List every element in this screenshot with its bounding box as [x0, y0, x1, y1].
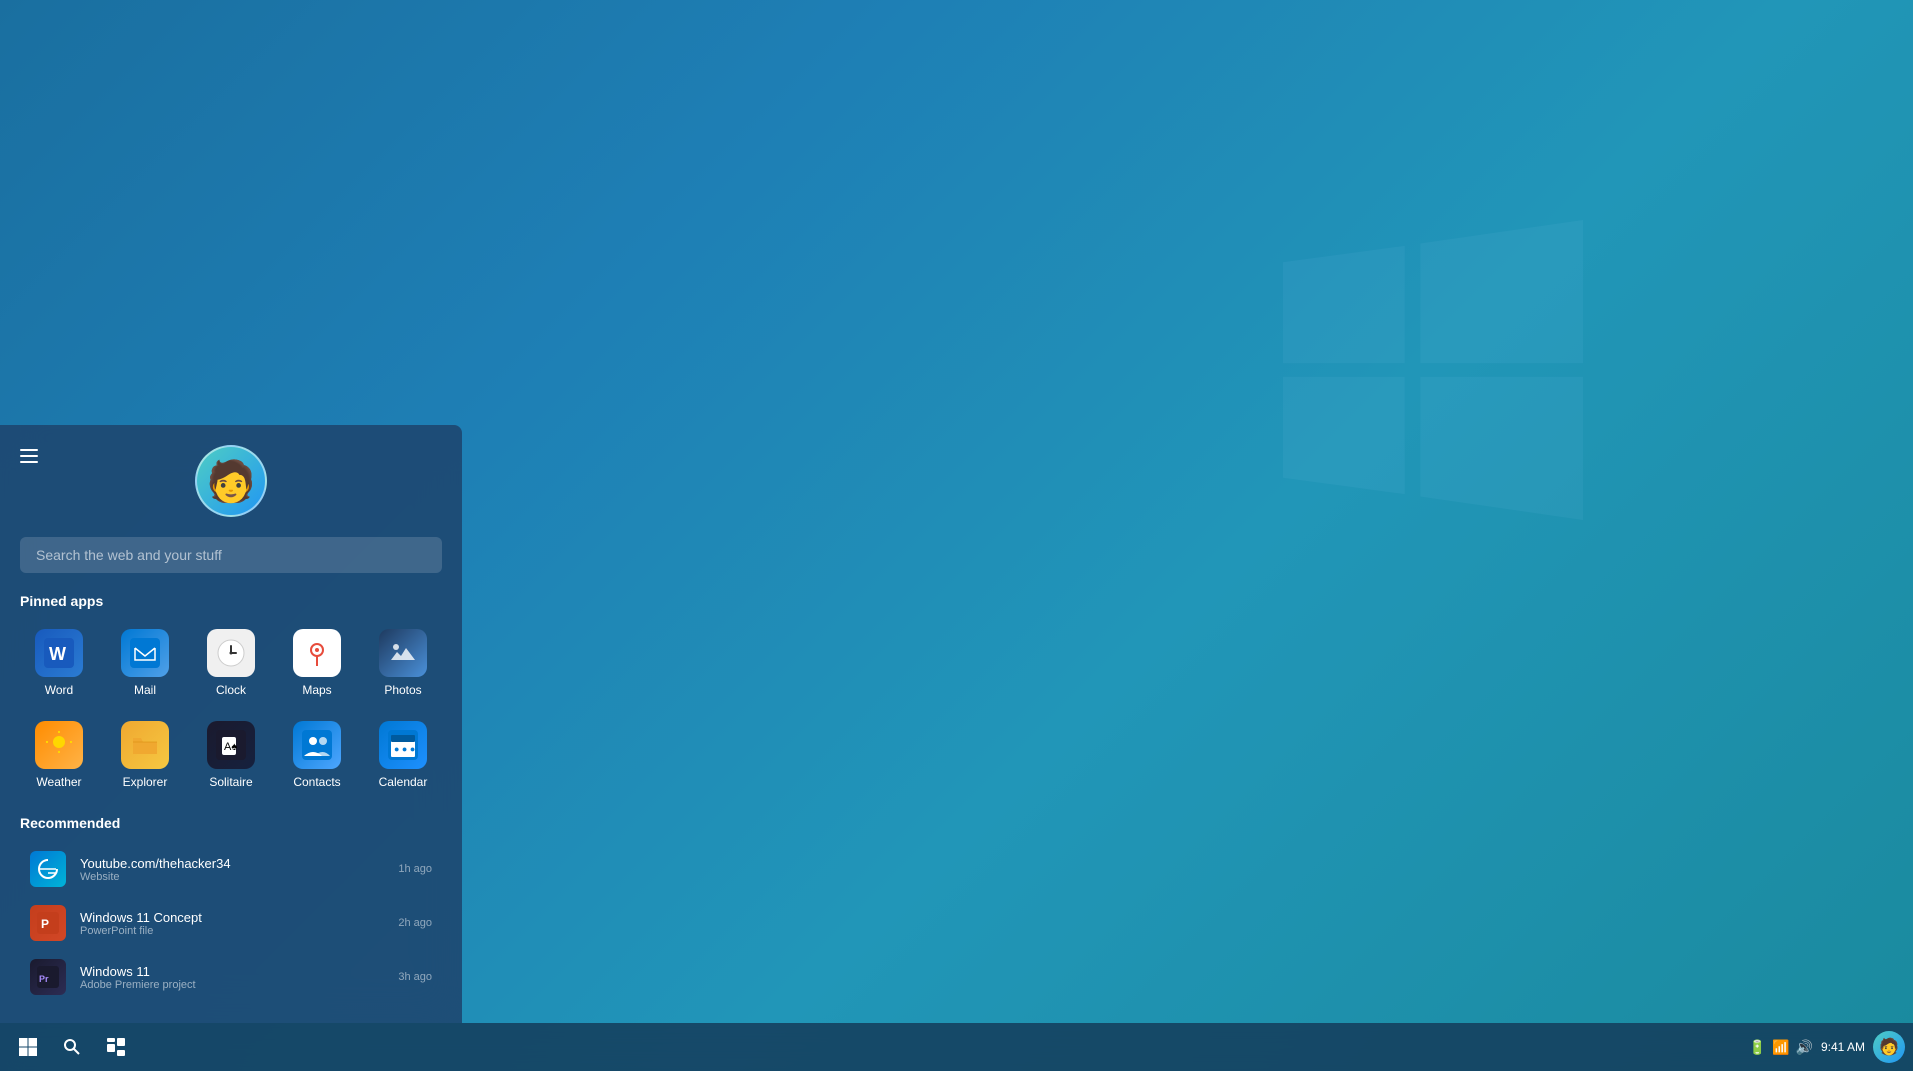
user-avatar[interactable]: 🧑 — [195, 445, 267, 517]
start-menu: 🧑 Pinned apps W Word — [0, 425, 462, 1023]
rec-item-win11[interactable]: Pr Windows 11 Adobe Premiere project 3h … — [20, 951, 442, 1003]
search-button[interactable] — [52, 1027, 92, 1067]
clock-label: Clock — [216, 683, 246, 697]
volume-icon: 🔊 — [1796, 1039, 1813, 1056]
solitaire-icon: A♠ — [207, 721, 255, 769]
search-input[interactable] — [20, 537, 442, 573]
rec-title-win11: Windows 11 — [80, 964, 384, 979]
recommended-section: Recommended Youtube.com/thehacker34 Webs… — [0, 805, 462, 1003]
app-photos[interactable]: Photos — [364, 621, 442, 705]
rec-sub-win11concept: PowerPoint file — [80, 925, 384, 937]
rec-title-youtube: Youtube.com/thehacker34 — [80, 856, 384, 871]
windows-logo-watermark — [1283, 220, 1583, 520]
taskbar: 🔋 📶 🔊 9:41 AM 🧑 — [0, 1023, 1913, 1071]
app-maps[interactable]: Maps — [278, 621, 356, 705]
taskbar-left — [8, 1027, 136, 1067]
svg-text:● ● ●: ● ● ● — [394, 744, 415, 754]
app-weather[interactable]: Weather — [20, 713, 98, 797]
ppt-icon: P — [30, 905, 66, 941]
explorer-label: Explorer — [123, 775, 168, 789]
photos-icon — [379, 629, 427, 677]
clock-icon — [207, 629, 255, 677]
app-solitaire[interactable]: A♠ Solitaire — [192, 713, 270, 797]
svg-text:A♠: A♠ — [224, 741, 237, 753]
svg-text:W: W — [49, 644, 66, 664]
calendar-label: Calendar — [379, 775, 428, 789]
premiere-icon: Pr — [30, 959, 66, 995]
svg-text:P: P — [41, 917, 49, 931]
app-contacts[interactable]: Contacts — [278, 713, 356, 797]
mail-label: Mail — [134, 683, 156, 697]
rec-time-youtube: 1h ago — [398, 863, 432, 875]
edge-icon — [30, 851, 66, 887]
clock-time: 9:41 AM — [1821, 1039, 1865, 1056]
mail-icon — [121, 629, 169, 677]
pinned-apps-grid: W Word Mail Clock — [20, 621, 442, 797]
app-mail[interactable]: Mail — [106, 621, 184, 705]
recommended-list: Youtube.com/thehacker34 Website 1h ago P… — [20, 843, 442, 1003]
weather-icon — [35, 721, 83, 769]
rec-info-win11concept: Windows 11 Concept PowerPoint file — [80, 910, 384, 937]
rec-sub-youtube: Website — [80, 871, 384, 883]
word-label: Word — [45, 683, 73, 697]
pinned-apps-label: Pinned apps — [20, 593, 442, 609]
word-icon: W — [35, 629, 83, 677]
menu-toggle-icon[interactable] — [10, 439, 48, 473]
pinned-apps-section: Pinned apps W Word Mail — [0, 583, 462, 797]
desktop: 🧑 Pinned apps W Word — [0, 0, 1913, 1071]
user-avatar-area: 🧑 — [0, 425, 462, 527]
rec-time-win11concept: 2h ago — [398, 917, 432, 929]
calendar-icon: ● ● ● — [379, 721, 427, 769]
app-word[interactable]: W Word — [20, 621, 98, 705]
contacts-icon — [293, 721, 341, 769]
rec-time-win11: 3h ago — [398, 971, 432, 983]
svg-text:Pr: Pr — [39, 974, 49, 984]
wifi-icon: 📶 — [1772, 1039, 1789, 1056]
weather-label: Weather — [36, 775, 81, 789]
system-icons: 🔋 📶 🔊 — [1749, 1039, 1813, 1056]
rec-info-win11: Windows 11 Adobe Premiere project — [80, 964, 384, 991]
solitaire-label: Solitaire — [209, 775, 252, 789]
photos-label: Photos — [384, 683, 421, 697]
rec-title-win11concept: Windows 11 Concept — [80, 910, 384, 925]
app-explorer[interactable]: Explorer — [106, 713, 184, 797]
app-clock[interactable]: Clock — [192, 621, 270, 705]
taskbar-right: 🔋 📶 🔊 9:41 AM 🧑 — [1749, 1031, 1905, 1063]
explorer-icon — [121, 721, 169, 769]
rec-info-youtube: Youtube.com/thehacker34 Website — [80, 856, 384, 883]
maps-icon — [293, 629, 341, 677]
widgets-button[interactable] — [96, 1027, 136, 1067]
app-calendar[interactable]: ● ● ● Calendar — [364, 713, 442, 797]
maps-label: Maps — [302, 683, 331, 697]
rec-item-win11concept[interactable]: P Windows 11 Concept PowerPoint file 2h … — [20, 897, 442, 949]
recommended-label: Recommended — [20, 815, 442, 831]
rec-item-youtube[interactable]: Youtube.com/thehacker34 Website 1h ago — [20, 843, 442, 895]
battery-icon: 🔋 — [1749, 1039, 1766, 1056]
taskbar-clock[interactable]: 9:41 AM — [1821, 1039, 1865, 1056]
contacts-label: Contacts — [293, 775, 340, 789]
rec-sub-win11: Adobe Premiere project — [80, 979, 384, 991]
taskbar-avatar[interactable]: 🧑 — [1873, 1031, 1905, 1063]
start-button[interactable] — [8, 1027, 48, 1067]
